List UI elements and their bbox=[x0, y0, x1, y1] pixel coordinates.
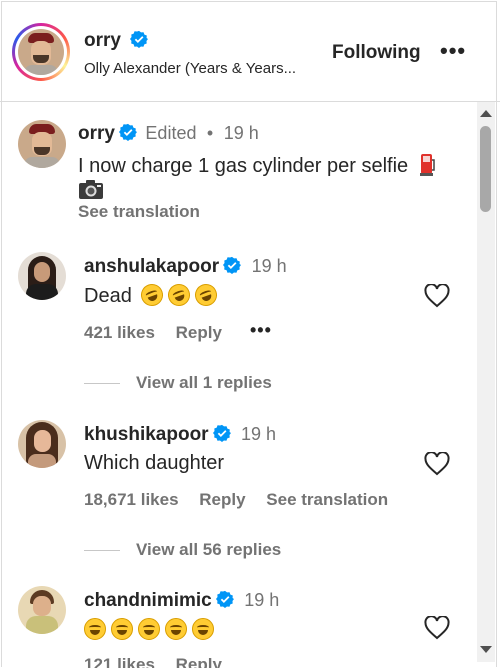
more-options-icon[interactable]: ••• bbox=[440, 38, 466, 64]
joy-emoji-icon bbox=[165, 618, 187, 640]
joy-emoji-icon bbox=[138, 618, 160, 640]
comment-username[interactable]: chandnimimic bbox=[84, 590, 212, 611]
comment-item: khushikapoor 19 h Which daughter 18,671 … bbox=[0, 402, 476, 572]
reply-button[interactable]: Reply bbox=[176, 323, 222, 342]
verified-badge-icon bbox=[118, 123, 137, 141]
comment-text: Which daughter bbox=[84, 452, 225, 474]
timestamp[interactable]: 19 h bbox=[252, 256, 287, 276]
joy-emoji-icon bbox=[192, 618, 214, 640]
fuel-pump-icon bbox=[419, 154, 435, 176]
post-header: orry Olly Alexander (Years & Years... Fo… bbox=[0, 0, 500, 102]
comment-actions: 121 likes Reply bbox=[84, 655, 222, 668]
camera-icon bbox=[79, 180, 103, 199]
rofl-emoji-icon bbox=[138, 280, 167, 310]
header-username-text[interactable]: orry bbox=[84, 30, 121, 51]
story-ring[interactable] bbox=[12, 23, 70, 81]
timestamp[interactable]: 19 h bbox=[241, 424, 276, 444]
view-replies[interactable]: View all 56 replies bbox=[84, 540, 281, 560]
comment-item: chandnimimic 19 h 121 likes Reply bbox=[0, 572, 476, 668]
following-button[interactable]: Following bbox=[332, 42, 421, 64]
timestamp[interactable]: 19 h bbox=[244, 590, 279, 610]
heart-icon[interactable] bbox=[424, 284, 450, 308]
heart-icon[interactable] bbox=[424, 452, 450, 476]
reply-button[interactable]: Reply bbox=[199, 490, 245, 509]
header-username[interactable]: orry bbox=[84, 30, 149, 52]
caption-text: I now charge 1 gas cylinder per selfie bbox=[78, 152, 436, 178]
joy-emoji-icon bbox=[84, 618, 106, 640]
edited-label: Edited bbox=[145, 123, 197, 143]
header-subtitle[interactable]: Olly Alexander (Years & Years... bbox=[84, 60, 296, 77]
comment-actions: 18,671 likes Reply See translation bbox=[84, 490, 388, 510]
likes-count[interactable]: 18,671 likes bbox=[84, 490, 179, 509]
comment-item: anshulakapoor 19 h Dead 421 likes Reply … bbox=[0, 232, 476, 402]
heart-icon[interactable] bbox=[424, 616, 450, 640]
rofl-emoji-icon bbox=[165, 280, 194, 310]
comment-meta: anshulakapoor 19 h bbox=[84, 256, 287, 278]
comment-meta: khushikapoor 19 h bbox=[84, 424, 276, 446]
scroll-up-arrow-icon[interactable] bbox=[480, 110, 492, 117]
caption-text-body: I now charge 1 gas cylinder per selfie bbox=[78, 155, 409, 177]
avatar[interactable] bbox=[18, 120, 66, 168]
likes-count[interactable]: 121 likes bbox=[84, 655, 155, 668]
caption-username[interactable]: orry bbox=[78, 123, 115, 144]
view-replies-label[interactable]: View all 1 replies bbox=[136, 373, 272, 392]
joy-emoji-icon bbox=[111, 618, 133, 640]
scroll-down-arrow-icon[interactable] bbox=[480, 646, 492, 653]
caption-meta: orry Edited • 19 h bbox=[78, 123, 259, 145]
comment-username[interactable]: khushikapoor bbox=[84, 424, 209, 445]
comment-text bbox=[84, 618, 219, 642]
reply-button[interactable]: Reply bbox=[176, 655, 222, 668]
comment-text: Dead bbox=[84, 280, 222, 310]
avatar[interactable] bbox=[18, 420, 66, 468]
see-translation-link[interactable]: See translation bbox=[78, 202, 200, 222]
view-replies[interactable]: View all 1 replies bbox=[84, 373, 272, 393]
verified-badge-icon bbox=[130, 30, 149, 48]
divider bbox=[84, 550, 120, 552]
verified-badge-icon bbox=[212, 424, 231, 442]
avatar[interactable] bbox=[18, 586, 66, 634]
timestamp[interactable]: 19 h bbox=[224, 123, 259, 143]
view-replies-label[interactable]: View all 56 replies bbox=[136, 540, 281, 559]
more-options-icon[interactable]: ••• bbox=[250, 320, 272, 341]
verified-badge-icon bbox=[215, 590, 234, 608]
rofl-emoji-icon bbox=[192, 280, 221, 310]
avatar bbox=[18, 29, 64, 75]
comment-username[interactable]: anshulakapoor bbox=[84, 256, 219, 277]
meta-separator: • bbox=[206, 123, 214, 143]
comment-actions: 421 likes Reply bbox=[84, 323, 222, 343]
see-translation-link[interactable]: See translation bbox=[266, 490, 388, 509]
likes-count[interactable]: 421 likes bbox=[84, 323, 155, 342]
verified-badge-icon bbox=[223, 256, 242, 274]
scrollbar-thumb[interactable] bbox=[480, 126, 491, 212]
caption-row: orry Edited • 19 h I now charge 1 gas cy… bbox=[0, 102, 476, 232]
comment-meta: chandnimimic 19 h bbox=[84, 590, 279, 612]
comment-text-body: Dead bbox=[84, 285, 132, 307]
divider bbox=[84, 383, 120, 385]
avatar[interactable] bbox=[18, 252, 66, 300]
